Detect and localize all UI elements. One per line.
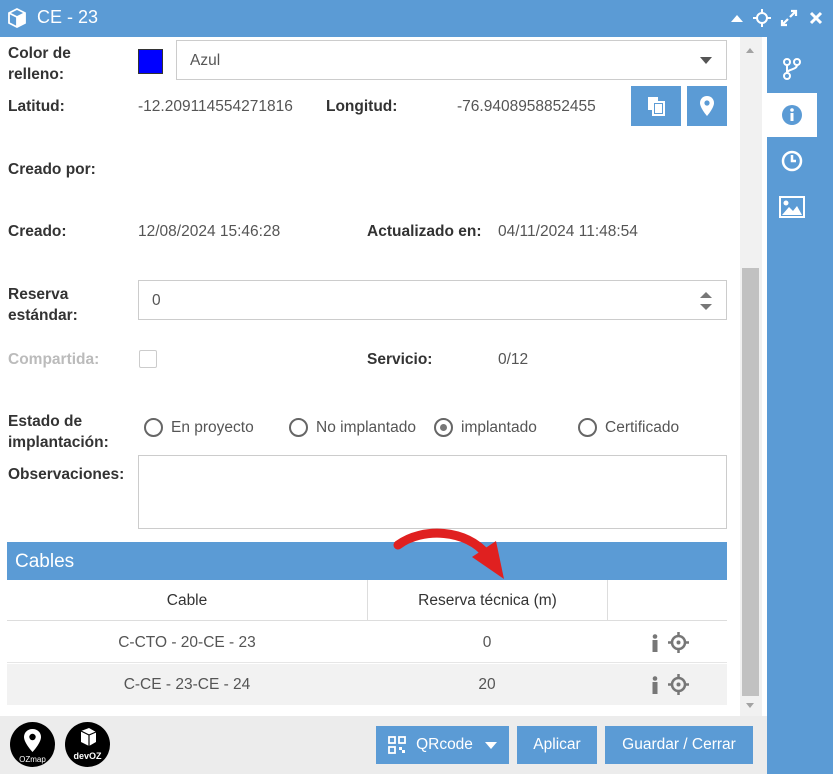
reserve-input[interactable]: 0 xyxy=(138,280,727,320)
spin-up-icon[interactable] xyxy=(700,292,712,298)
scrollbar-thumb[interactable] xyxy=(742,268,759,696)
updated-value: 04/11/2024 11:48:54 xyxy=(498,223,638,240)
locate-target-icon[interactable] xyxy=(668,674,689,695)
created-value: 12/08/2024 15:46:28 xyxy=(138,223,281,240)
radio-certificado[interactable] xyxy=(578,418,597,437)
table-row[interactable]: C-CE - 23-CE - 24 20 xyxy=(7,664,727,705)
tab-history[interactable] xyxy=(767,139,817,183)
latitude-value: -12.209114554271816 xyxy=(138,98,293,115)
cell-cable: C-CTO - 20-CE - 23 xyxy=(118,634,256,651)
reserve-input-value: 0 xyxy=(152,292,161,309)
qrcode-icon xyxy=(388,736,406,754)
created-by-label: Creado por: xyxy=(8,161,96,178)
annotation-arrow xyxy=(393,528,504,579)
radio-implantado[interactable] xyxy=(434,418,453,437)
shared-checkbox[interactable] xyxy=(139,350,157,368)
copy-icon xyxy=(648,97,665,116)
color-label: Color de relleno: xyxy=(8,45,71,83)
radio-label-certificado: Certificado xyxy=(605,419,680,436)
ozmap-logo: OZmap xyxy=(10,722,55,767)
longitude-label: Longitud: xyxy=(326,98,398,115)
map-pin-icon xyxy=(700,96,714,116)
maximize-icon[interactable] xyxy=(779,8,799,28)
apply-button[interactable]: Aplicar xyxy=(517,726,597,764)
collapse-icon[interactable] xyxy=(727,8,747,28)
info-icon xyxy=(782,105,802,125)
tab-images[interactable] xyxy=(767,185,817,229)
qrcode-label: QRcode xyxy=(416,736,473,753)
radio-en-proyecto[interactable] xyxy=(144,418,163,437)
locate-button[interactable] xyxy=(687,86,727,126)
chevron-down-icon xyxy=(484,741,497,749)
reserve-label: Reserva estándar: xyxy=(8,286,78,324)
info-icon[interactable] xyxy=(651,676,659,694)
move-icon[interactable] xyxy=(752,8,772,28)
tab-info[interactable] xyxy=(767,93,817,137)
created-label: Creado: xyxy=(8,223,67,240)
title-bar: CE - 23 xyxy=(0,0,833,37)
notes-textarea[interactable] xyxy=(138,455,727,529)
form-content: Color de relleno: Azul Latitud: -12.2091… xyxy=(0,37,740,716)
notes-label: Observaciones: xyxy=(8,466,125,483)
devoz-logo: devOZ xyxy=(65,722,110,767)
clock-icon xyxy=(781,150,803,172)
qrcode-button[interactable]: QRcode xyxy=(376,726,509,764)
ozmap-logo-text: OZmap xyxy=(19,755,46,764)
spin-down-icon[interactable] xyxy=(700,304,712,310)
save-close-button[interactable]: Guardar / Cerrar xyxy=(605,726,753,764)
radio-label-implantado: implantado xyxy=(461,419,537,436)
cell-cable: C-CE - 23-CE - 24 xyxy=(123,676,251,693)
cell-reserve: 20 xyxy=(478,676,496,693)
latitude-label: Latitud: xyxy=(8,98,65,115)
tab-branches[interactable] xyxy=(767,47,817,91)
footer-bar: OZmap devOZ QRcode Aplicar Guardar / Cer… xyxy=(0,716,767,774)
table-row[interactable]: C-CTO - 20-CE - 23 0 xyxy=(7,622,727,663)
cell-reserve: 0 xyxy=(482,634,492,651)
updated-label: Actualizado en: xyxy=(367,223,482,240)
cube-icon xyxy=(8,8,26,28)
chevron-down-icon xyxy=(700,57,712,64)
branch-icon xyxy=(783,58,801,80)
state-label: Estado de implantación: xyxy=(8,413,109,451)
column-header-cable[interactable]: Cable xyxy=(7,580,367,621)
locate-target-icon[interactable] xyxy=(668,632,689,653)
color-select[interactable]: Azul xyxy=(176,40,727,80)
radio-label-en-proyecto: En proyecto xyxy=(171,419,254,436)
service-value: 0/12 xyxy=(498,351,529,368)
window-title: CE - 23 xyxy=(37,7,99,27)
scroll-up-arrow[interactable] xyxy=(746,48,754,53)
radio-label-no-implantado: No implantado xyxy=(316,419,416,436)
right-sidebar xyxy=(767,37,833,774)
cables-section-header: Cables xyxy=(7,542,727,580)
devoz-logo-text: devOZ xyxy=(73,751,102,761)
copy-coords-button[interactable] xyxy=(631,86,681,126)
close-icon[interactable] xyxy=(806,8,826,28)
image-icon xyxy=(779,196,805,218)
info-icon[interactable] xyxy=(651,634,659,652)
service-label: Servicio: xyxy=(367,351,433,368)
radio-no-implantado[interactable] xyxy=(289,418,308,437)
column-header-actions xyxy=(607,580,727,621)
color-select-value: Azul xyxy=(190,52,221,69)
shared-label: Compartida: xyxy=(8,351,100,368)
scroll-down-arrow[interactable] xyxy=(746,703,754,708)
color-swatch[interactable] xyxy=(138,49,163,74)
longitude-value: -76.9408958852455 xyxy=(457,98,596,115)
